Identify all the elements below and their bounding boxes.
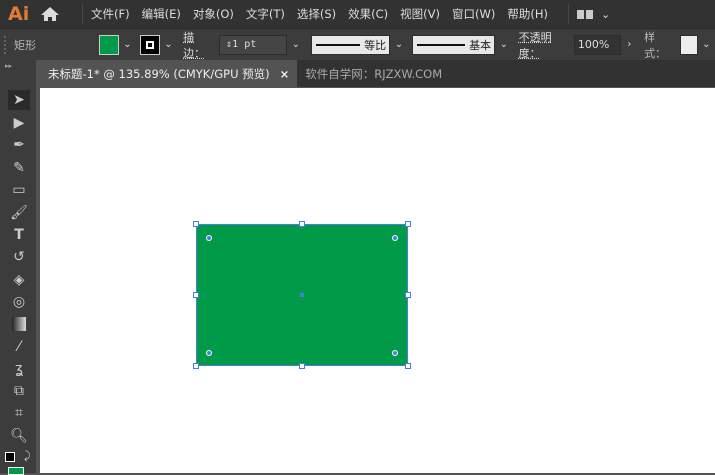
tab-document[interactable]: 未标题-1* @ 135.89% (CMYK/GPU 预览) × xyxy=(40,60,298,87)
document-tabs: 未标题-1* @ 135.89% (CMYK/GPU 预览) × 软件自学网：RJ… xyxy=(40,60,715,87)
menu-type[interactable]: 文字(T) xyxy=(246,7,285,21)
center-point xyxy=(300,293,304,297)
live-paint-tool-icon[interactable]: ⧉ xyxy=(8,381,30,401)
handle[interactable] xyxy=(193,363,199,369)
opacity-expand[interactable]: › xyxy=(621,35,638,55)
paintbrush-tool-icon[interactable]: 🖌 xyxy=(8,203,30,223)
artboard-tool-icon[interactable]: ⌗ xyxy=(8,403,30,423)
style-dropdown[interactable]: ⌄ xyxy=(698,35,715,55)
handle[interactable] xyxy=(299,221,305,227)
style-swatch[interactable] xyxy=(680,34,698,55)
opacity-label[interactable]: 不透明度： xyxy=(519,29,572,61)
rectangle-tool-icon[interactable]: ▭ xyxy=(8,180,30,200)
curvature-tool-icon[interactable]: ✎ xyxy=(8,158,30,178)
tool-name: 矩形 xyxy=(14,38,36,52)
eraser-tool-icon[interactable]: ◈ xyxy=(8,270,30,290)
menu-select[interactable]: 选择(S) xyxy=(297,7,336,21)
tab-watermark[interactable]: 软件自学网：RJZXW.COM xyxy=(297,60,450,87)
rotate-tool-icon[interactable]: ↺ xyxy=(8,247,30,267)
type-tool-icon[interactable]: T xyxy=(8,225,30,245)
main-menu: 文件(F) 编辑(E) 对象(O) 文字(T) 选择(S) 效果(C) 视图(V) 窗口(W)… xyxy=(91,6,560,22)
menu-bar: Ai 文件(F) 编辑(E) 对象(O) 文字(T) 选择(S) 效果(C) 视图(V) 窗口… xyxy=(0,0,715,28)
fill-swatch[interactable] xyxy=(99,34,119,55)
divider xyxy=(567,4,569,24)
divider xyxy=(82,4,83,24)
handle[interactable] xyxy=(193,221,199,227)
opacity-input[interactable]: 100% xyxy=(573,34,621,55)
zoom-tool-icon[interactable]: 🔍︎ xyxy=(8,426,30,446)
menu-file[interactable]: 文件(F) xyxy=(91,7,130,21)
stroke-label[interactable]: 描边： xyxy=(183,29,215,61)
corner-widget[interactable] xyxy=(392,350,398,356)
menu-view[interactable]: 视图(V) xyxy=(400,7,440,21)
puppet-warp-tool-icon[interactable]: ʓ xyxy=(8,359,30,379)
corner-widget[interactable] xyxy=(392,235,398,241)
corner-widget[interactable] xyxy=(206,235,212,241)
handle[interactable] xyxy=(405,221,411,227)
swap-colors-icon[interactable]: ⤸ xyxy=(24,449,31,463)
selection-tool-icon[interactable]: ➤ xyxy=(8,90,30,110)
handle[interactable] xyxy=(299,363,305,369)
collapse-icon[interactable]: ▸▸ xyxy=(5,62,12,70)
default-colors-icon[interactable] xyxy=(5,452,15,462)
corner-widget[interactable] xyxy=(206,350,212,356)
stroke-dropdown[interactable]: ⌄ xyxy=(160,35,177,55)
tools-panel: ▸▸ ➤ ▶ ✒ ✎ ▭ 🖌 T ↺ ◈ ◎ ⁄ ʓ ⧉ ⌗ 🔍︎ ⤸ xyxy=(0,60,36,475)
brush-dropdown[interactable]: ⌄ xyxy=(495,35,512,55)
handle[interactable] xyxy=(405,292,411,298)
control-bar: 矩形 ⌄ ⌄ 描边： ⇕ 1 pt ⌄ 等比 ⌄ 基本 ⌄ 不透明度： 100%… xyxy=(0,28,715,60)
fill-color-indicator[interactable] xyxy=(8,467,24,475)
stroke-weight-dropdown[interactable]: ⌄ xyxy=(287,35,304,55)
fill-dropdown[interactable]: ⌄ xyxy=(119,35,136,55)
eyedropper-tool-icon[interactable]: ⁄ xyxy=(8,337,30,357)
home-icon[interactable] xyxy=(40,6,62,22)
menu-object[interactable]: 对象(O) xyxy=(193,7,234,21)
close-icon[interactable]: × xyxy=(280,67,290,81)
gradient-tool-icon[interactable] xyxy=(8,314,30,334)
menu-effect[interactable]: 效果(C) xyxy=(348,7,388,21)
menu-window[interactable]: 窗口(W) xyxy=(452,7,495,21)
app-logo: Ai xyxy=(8,3,30,25)
stroke-weight-value[interactable]: 1 pt xyxy=(232,39,256,50)
workspace-layout-icon[interactable]: ⌄ xyxy=(576,8,610,21)
style-label: 样式： xyxy=(644,30,667,60)
menu-edit[interactable]: 编辑(E) xyxy=(142,7,181,21)
pen-tool-icon[interactable]: ✒ xyxy=(8,135,30,155)
profile-dropdown[interactable]: ⌄ xyxy=(390,35,407,55)
brush-definition[interactable]: 基本 xyxy=(411,34,496,55)
variable-width-profile[interactable]: 等比 xyxy=(310,34,391,55)
handle[interactable] xyxy=(405,363,411,369)
stroke-swatch[interactable] xyxy=(140,34,160,55)
handle[interactable] xyxy=(193,292,199,298)
shape-builder-tool-icon[interactable]: ◎ xyxy=(8,292,30,312)
stroke-weight-stepper[interactable]: ⇕ 1 pt xyxy=(219,34,288,55)
direct-selection-tool-icon[interactable]: ▶ xyxy=(8,113,30,133)
menu-help[interactable]: 帮助(H) xyxy=(507,7,548,21)
